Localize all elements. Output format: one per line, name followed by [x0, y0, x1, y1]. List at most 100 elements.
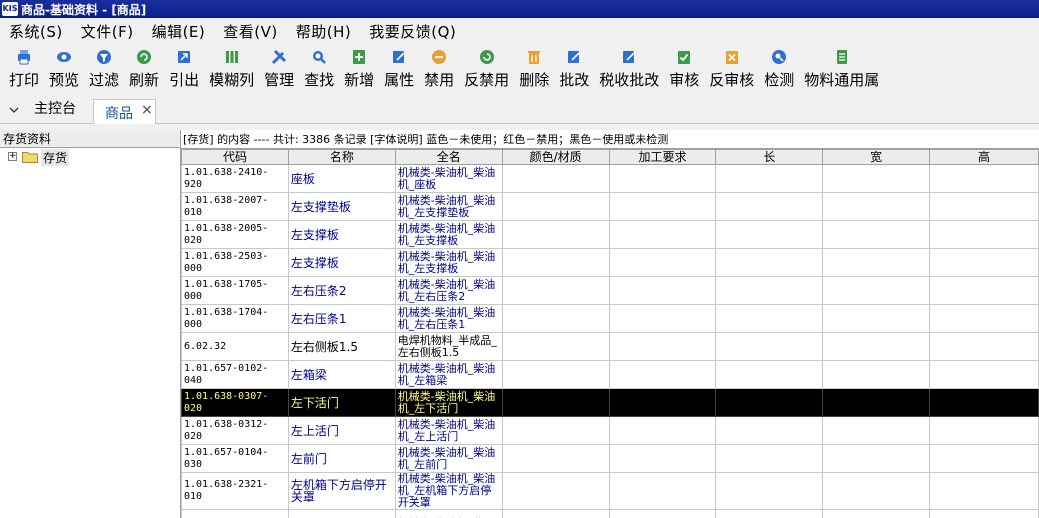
cell-fullname[interactable]: 电焊机物料_半成品_左右侧板1.5	[394, 332, 503, 361]
cell-fullname[interactable]: 机械类-柴油机_柴油机_左右压条1	[394, 304, 503, 333]
toolbar-button-approve[interactable]: 审核	[664, 44, 704, 96]
cell-code[interactable]: 1.01.638-2005-020	[181, 220, 289, 249]
cell-name[interactable]: 左前门	[287, 444, 396, 473]
cell-code[interactable]: 1.01.638-1704-000	[181, 304, 289, 333]
cell-empty[interactable]	[501, 444, 610, 473]
cell-name[interactable]: 座板	[287, 164, 396, 193]
cell-empty[interactable]	[929, 276, 1039, 305]
toolbar-button-material[interactable]: 物料通用属	[799, 44, 884, 96]
cell-code[interactable]: 1.01.657-0102-040	[181, 360, 289, 389]
table-row[interactable]: 机械类-柴油机_柴	[181, 509, 1039, 518]
cell-name[interactable]: 左下活门	[287, 388, 396, 417]
cell-empty[interactable]	[715, 276, 824, 305]
table-row[interactable]: 1.01.638-1705-000 左右压条2 机械类-柴油机_柴油机_左右压条2	[181, 276, 1039, 305]
cell-fullname[interactable]: 机械类-柴油机_柴油机_左支撑板	[394, 248, 503, 277]
toolbar-button-search[interactable]: 查找	[299, 44, 339, 96]
cell-empty[interactable]	[822, 332, 931, 361]
cell-empty[interactable]	[929, 444, 1039, 473]
cell-empty[interactable]	[608, 472, 717, 510]
cell-code[interactable]: 1.01.638-1705-000	[181, 276, 289, 305]
cell-fullname[interactable]: 机械类-柴油机_柴油机_左支撑板	[394, 220, 503, 249]
cell-empty[interactable]	[501, 388, 610, 417]
cell-fullname[interactable]: 机械类-柴油机_柴油机_左右压条2	[394, 276, 503, 305]
cell-fullname[interactable]: 机械类-柴油机_柴油机_左上活门	[394, 416, 503, 445]
toolbar-button-filter[interactable]: 过滤	[84, 44, 124, 96]
table-row[interactable]: 1.01.638-0307-020 左下活门 机械类-柴油机_柴油机_左下活门	[181, 388, 1039, 417]
column-header[interactable]: 宽	[822, 149, 931, 165]
menu-item-3[interactable]: 查看(V)	[214, 21, 286, 42]
menu-item-4[interactable]: 帮助(H)	[287, 21, 360, 42]
toolbar-button-export[interactable]: 引出	[164, 44, 204, 96]
toolbar-button-edit[interactable]: 属性	[379, 44, 419, 96]
cell-empty[interactable]	[929, 509, 1039, 518]
cell-empty[interactable]	[501, 360, 610, 389]
cell-name[interactable]: 左右压条1	[287, 304, 396, 333]
cell-empty[interactable]	[822, 276, 931, 305]
menu-item-2[interactable]: 编辑(E)	[143, 21, 215, 42]
toolbar-button-columns[interactable]: 模糊列	[204, 44, 259, 96]
cell-empty[interactable]	[822, 304, 931, 333]
cell-empty[interactable]	[501, 192, 610, 221]
expand-icon[interactable]: +	[8, 152, 17, 161]
cell-name[interactable]: 左支撑板	[287, 248, 396, 277]
cell-empty[interactable]	[822, 444, 931, 473]
cell-empty[interactable]	[608, 509, 717, 518]
cell-empty[interactable]	[608, 164, 717, 193]
table-row[interactable]: 1.01.638-2007-010 左支撑垫板 机械类-柴油机_柴油机_左支撑垫板	[181, 192, 1039, 221]
tab-main-console[interactable]: 主控台	[28, 96, 82, 123]
cell-empty[interactable]	[608, 276, 717, 305]
cell-empty[interactable]	[501, 509, 610, 518]
cell-fullname[interactable]: 机械类-柴油机_柴油机_左前门	[394, 444, 503, 473]
cell-empty[interactable]	[929, 304, 1039, 333]
menu-item-1[interactable]: 文件(F)	[72, 21, 143, 42]
cell-empty[interactable]	[715, 332, 824, 361]
cell-empty[interactable]	[929, 472, 1039, 510]
cell-fullname[interactable]: 机械类-柴油机_柴油机_左下活门	[394, 388, 503, 417]
tab-goods[interactable]: 商品 ×	[93, 99, 156, 124]
toolbar-button-batch-edit[interactable]: 批改	[554, 44, 594, 96]
column-header[interactable]: 代码	[181, 149, 289, 165]
cell-empty[interactable]	[929, 388, 1039, 417]
cell-empty[interactable]	[501, 332, 610, 361]
cell-empty[interactable]	[608, 388, 717, 417]
cell-empty[interactable]	[715, 444, 824, 473]
cell-empty[interactable]	[501, 164, 610, 193]
cell-code[interactable]	[181, 509, 289, 518]
toolbar-button-disable[interactable]: 禁用	[419, 44, 459, 96]
cell-name[interactable]: 左上活门	[287, 416, 396, 445]
table-row[interactable]: 1.01.638-2321-010 左机箱下方启停开关罩 机械类-柴油机_柴油机_左…	[181, 472, 1039, 510]
cell-fullname[interactable]: 机械类-柴油机_柴油机_左支撑垫板	[394, 192, 503, 221]
toolbar-button-add[interactable]: 新增	[339, 44, 379, 96]
cell-name[interactable]	[287, 509, 396, 518]
cell-empty[interactable]	[501, 248, 610, 277]
table-row[interactable]: 6.02.32 左右侧板1.5 电焊机物料_半成品_左右侧板1.5	[181, 332, 1039, 361]
cell-empty[interactable]	[501, 472, 610, 510]
toolbar-button-eye[interactable]: 预览	[44, 44, 84, 96]
menu-item-5[interactable]: 我要反馈(Q)	[360, 21, 465, 42]
cell-empty[interactable]	[822, 220, 931, 249]
cell-empty[interactable]	[822, 192, 931, 221]
cell-empty[interactable]	[608, 360, 717, 389]
table-row[interactable]: 1.01.638-2503-000 左支撑板 机械类-柴油机_柴油机_左支撑板	[181, 248, 1039, 277]
cell-empty[interactable]	[715, 472, 824, 510]
cell-empty[interactable]	[715, 248, 824, 277]
cell-empty[interactable]	[715, 220, 824, 249]
cell-empty[interactable]	[501, 416, 610, 445]
table-row[interactable]: 1.01.638-1704-000 左右压条1 机械类-柴油机_柴油机_左右压条1	[181, 304, 1039, 333]
close-icon[interactable]: ×	[141, 102, 153, 118]
cell-empty[interactable]	[822, 388, 931, 417]
toolbar-button-tax-edit[interactable]: 税收批改	[594, 44, 664, 96]
cell-empty[interactable]	[501, 304, 610, 333]
toolbar-button-unapprove[interactable]: 反审核	[704, 44, 759, 96]
toolbar-button-enable[interactable]: 反禁用	[459, 44, 514, 96]
cell-name[interactable]: 左支撑板	[287, 220, 396, 249]
cell-code[interactable]: 1.01.638-0312-020	[181, 416, 289, 445]
chevron-down-icon[interactable]	[8, 104, 20, 116]
cell-name[interactable]: 左右侧板1.5	[287, 332, 396, 361]
cell-name[interactable]: 左机箱下方启停开关罩	[287, 472, 396, 510]
cell-fullname[interactable]: 机械类-柴油机_柴	[394, 509, 503, 518]
toolbar-button-trash[interactable]: 删除	[514, 44, 554, 96]
cell-empty[interactable]	[608, 304, 717, 333]
column-header[interactable]: 高	[929, 149, 1039, 165]
cell-empty[interactable]	[608, 332, 717, 361]
